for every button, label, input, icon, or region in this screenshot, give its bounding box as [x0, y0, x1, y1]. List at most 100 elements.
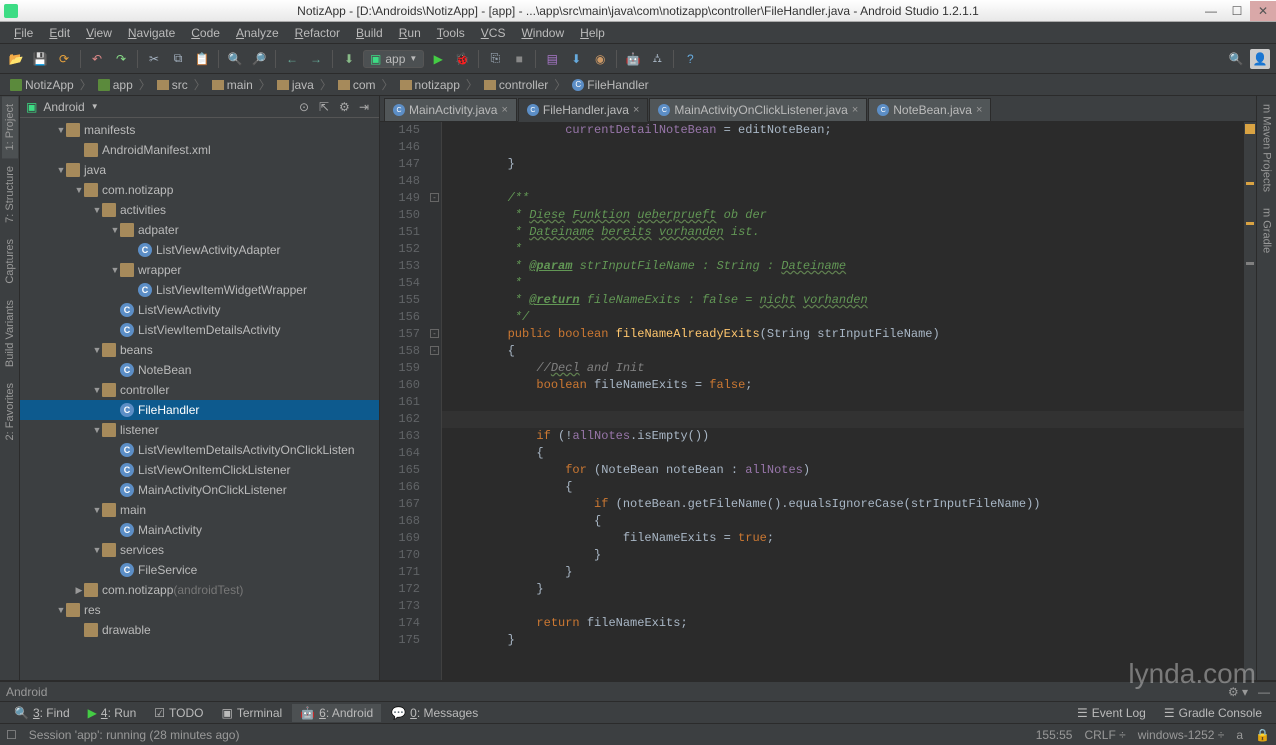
menu-vcs[interactable]: VCS [473, 24, 514, 42]
tree-node[interactable]: ▼listener [20, 420, 379, 440]
minimize-button[interactable]: — [1198, 1, 1224, 21]
tool-tab[interactable]: m Maven Projects [1259, 96, 1275, 200]
make-icon[interactable]: ⬇ [339, 49, 359, 69]
menu-refactor[interactable]: Refactor [287, 24, 348, 42]
find-icon[interactable]: 🔍 [225, 49, 245, 69]
project-structure-icon[interactable]: ⛼ [647, 49, 667, 69]
tree-node[interactable]: ▼wrapper [20, 260, 379, 280]
tree-node[interactable]: CFileHandler [20, 400, 379, 420]
breadcrumb-item[interactable]: CFileHandler [568, 77, 652, 93]
editor-tab[interactable]: CFileHandler.java× [518, 98, 648, 122]
file-encoding[interactable]: windows-1252 ÷ [1138, 728, 1225, 742]
menu-run[interactable]: Run [391, 24, 429, 42]
project-view-selector[interactable]: Android [43, 100, 84, 114]
sdk-icon[interactable]: ⬇ [566, 49, 586, 69]
cut-icon[interactable]: ✂ [144, 49, 164, 69]
close-button[interactable]: ✕ [1250, 1, 1276, 21]
tree-node[interactable]: ▼services [20, 540, 379, 560]
tree-node[interactable]: drawable [20, 620, 379, 640]
bottom-tool[interactable]: ☑TODO [146, 704, 211, 722]
tree-node[interactable]: ▶com.notizapp (androidTest) [20, 580, 379, 600]
tree-node[interactable]: CListViewOnItemClickListener [20, 460, 379, 480]
tree-node[interactable]: ▼beans [20, 340, 379, 360]
forward-icon[interactable]: → [306, 49, 326, 69]
tree-node[interactable]: ▼manifests [20, 120, 379, 140]
close-tab-icon[interactable]: × [852, 104, 858, 116]
minimize-panel-icon[interactable]: — [1258, 685, 1270, 699]
save-icon[interactable]: 💾 [30, 49, 50, 69]
tree-node[interactable]: ▼adpater [20, 220, 379, 240]
insert-mode[interactable]: a [1236, 728, 1243, 742]
help-icon[interactable]: ? [680, 49, 700, 69]
avd-icon[interactable]: ▤ [542, 49, 562, 69]
tree-node[interactable]: AndroidManifest.xml [20, 140, 379, 160]
tree-node[interactable]: ▼controller [20, 380, 379, 400]
menu-code[interactable]: Code [183, 24, 228, 42]
tree-node[interactable]: ▼res [20, 600, 379, 620]
tree-node[interactable]: ▼java [20, 160, 379, 180]
tree-node[interactable]: CListViewActivity [20, 300, 379, 320]
redo-icon[interactable]: ↷ [111, 49, 131, 69]
tool-tab[interactable]: 7: Structure [2, 158, 18, 231]
status-toggle-icon[interactable]: ☐ [6, 728, 17, 742]
sync-icon[interactable]: ⟳ [54, 49, 74, 69]
debug-icon[interactable]: 🐞 [452, 49, 472, 69]
lock-icon[interactable]: 🔒 [1255, 728, 1270, 742]
close-tab-icon[interactable]: × [976, 104, 982, 116]
fold-toggle[interactable]: - [430, 346, 439, 355]
tree-node[interactable]: CListViewItemDetailsActivity [20, 320, 379, 340]
stop-icon[interactable]: ■ [509, 49, 529, 69]
editor-tab[interactable]: CMainActivity.java× [384, 98, 517, 121]
tool-tab[interactable]: 2: Favorites [2, 375, 18, 448]
tool-tab[interactable]: 1: Project [2, 96, 18, 158]
bottom-tool[interactable]: 💬0: Messages [383, 704, 486, 722]
fold-toggle[interactable]: - [430, 193, 439, 202]
sync-gradle-icon[interactable]: 🤖 [623, 49, 643, 69]
tree-node[interactable]: CListViewItemWidgetWrapper [20, 280, 379, 300]
paste-icon[interactable]: 📋 [192, 49, 212, 69]
close-tab-icon[interactable]: × [501, 104, 507, 116]
breadcrumb-item[interactable]: controller [480, 77, 552, 93]
breadcrumb-item[interactable]: java [273, 77, 318, 93]
run-icon[interactable]: ▶ [428, 49, 448, 69]
editor-tab[interactable]: CMainActivityOnClickListener.java× [649, 98, 867, 121]
tool-tab[interactable]: Captures [2, 231, 18, 292]
tree-node[interactable]: CFileService [20, 560, 379, 580]
scroll-from-source-icon[interactable]: ⊙ [299, 100, 313, 114]
replace-icon[interactable]: 🔎 [249, 49, 269, 69]
bottom-tool[interactable]: ▣Terminal [213, 704, 290, 722]
maximize-button[interactable]: ☐ [1224, 1, 1250, 21]
menu-window[interactable]: Window [513, 24, 572, 42]
fold-toggle[interactable]: - [430, 329, 439, 338]
copy-icon[interactable]: ⧉ [168, 49, 188, 69]
code-area[interactable]: currentDetailNoteBean = editNoteBean; } … [442, 122, 1244, 680]
editor-tab[interactable]: CNoteBean.java× [868, 98, 991, 121]
search-everywhere-icon[interactable]: 🔍 [1226, 49, 1246, 69]
menu-tools[interactable]: Tools [429, 24, 473, 42]
close-tab-icon[interactable]: × [633, 104, 639, 116]
menu-build[interactable]: Build [348, 24, 391, 42]
breadcrumb-item[interactable]: notizapp [396, 77, 464, 93]
menu-edit[interactable]: Edit [41, 24, 78, 42]
error-stripe[interactable] [1244, 122, 1256, 680]
undo-icon[interactable]: ↶ [87, 49, 107, 69]
tree-node[interactable]: ▼main [20, 500, 379, 520]
bottom-tool[interactable]: ☰Event Log [1069, 704, 1154, 722]
breadcrumb-item[interactable]: app [94, 77, 137, 93]
tree-node[interactable]: CMainActivityOnClickListener [20, 480, 379, 500]
monitor-icon[interactable]: ◉ [590, 49, 610, 69]
menu-help[interactable]: Help [572, 24, 613, 42]
menu-view[interactable]: View [78, 24, 120, 42]
collapse-all-icon[interactable]: ⇱ [319, 100, 333, 114]
breadcrumb-item[interactable]: main [208, 77, 257, 93]
tool-tab[interactable]: m Gradle [1259, 200, 1275, 261]
tree-node[interactable]: ▼activities [20, 200, 379, 220]
tree-node[interactable]: CMainActivity [20, 520, 379, 540]
project-tree[interactable]: ▼manifestsAndroidManifest.xml▼java▼com.n… [20, 118, 379, 680]
breadcrumb-item[interactable]: com [334, 77, 380, 93]
bottom-tool[interactable]: ▶4: Run [80, 704, 145, 722]
line-number-gutter[interactable]: 1451461471481491501511521531541551561571… [380, 122, 428, 680]
user-icon[interactable]: 👤 [1250, 49, 1270, 69]
tool-tab[interactable]: Build Variants [2, 292, 18, 375]
run-configuration[interactable]: ▣ app ▼ [363, 50, 424, 68]
